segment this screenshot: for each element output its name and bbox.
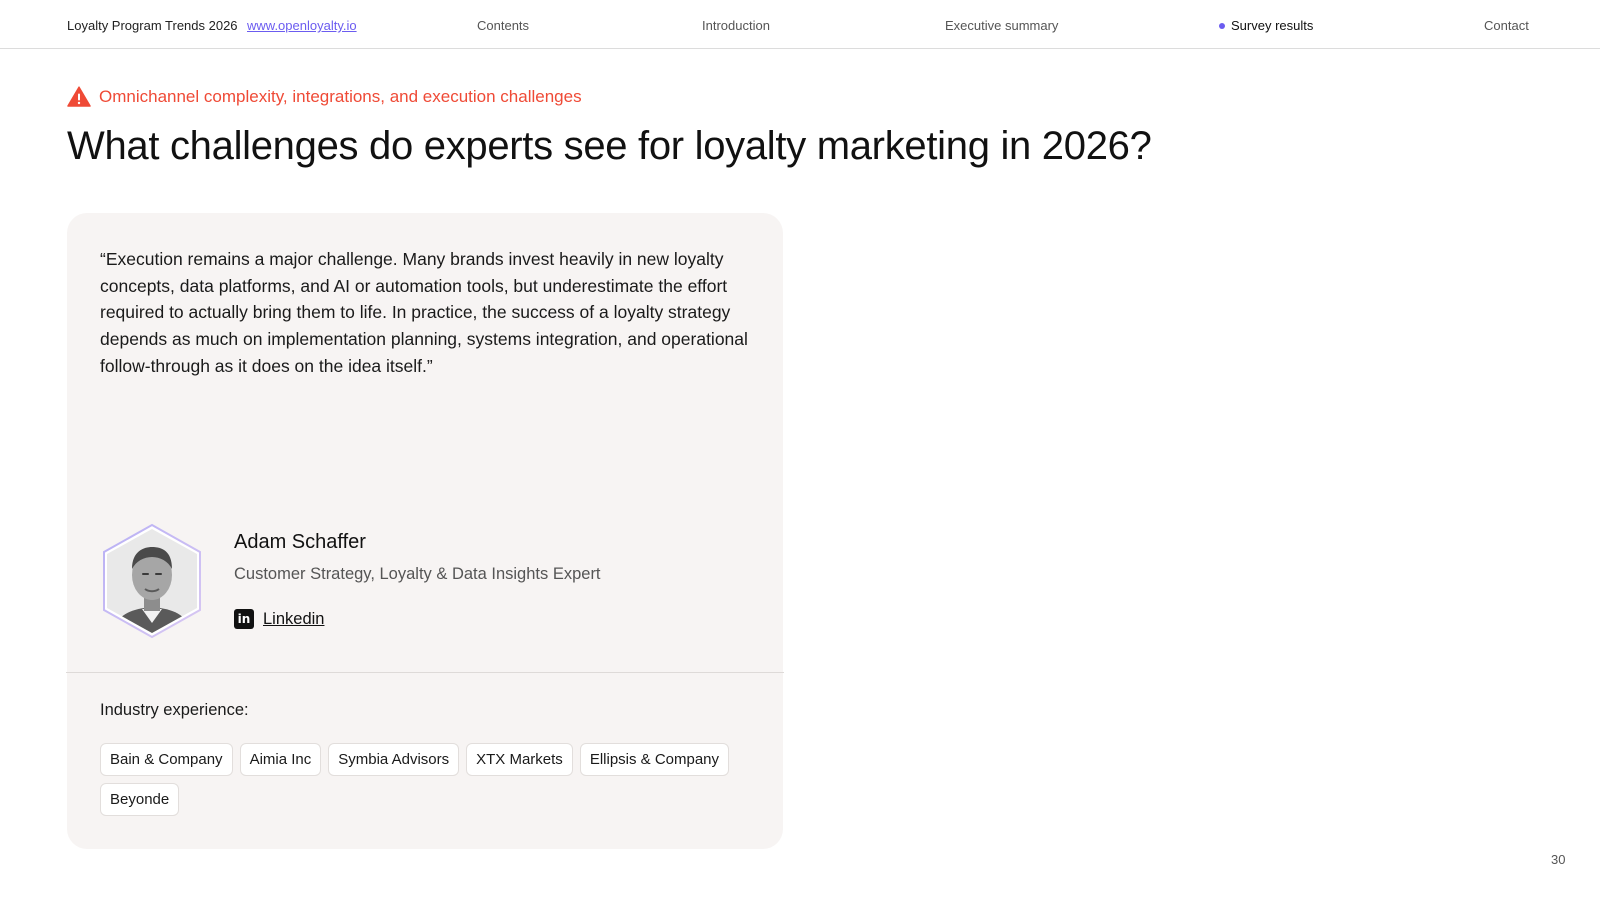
- expert-quote: “Execution remains a major challenge. Ma…: [100, 249, 748, 376]
- top-navigation: Loyalty Program Trends 2026 www.openloya…: [0, 0, 1600, 49]
- site-link[interactable]: www.openloyalty.io: [247, 18, 357, 33]
- report-title: Loyalty Program Trends 2026: [67, 18, 238, 33]
- linkedin-link[interactable]: in Linkedin: [234, 609, 324, 629]
- company-tag: Bain & Company: [100, 743, 233, 776]
- linkedin-icon: in: [234, 609, 254, 629]
- nav-contact[interactable]: Contact: [1484, 18, 1529, 33]
- avatar: [100, 523, 204, 639]
- card-divider: [66, 672, 784, 673]
- company-tag: Ellipsis & Company: [579, 743, 730, 776]
- linkedin-link-label: Linkedin: [263, 609, 325, 628]
- company-tag: Symbia Advisors: [328, 743, 460, 776]
- expert-role: Customer Strategy, Loyalty & Data Insigh…: [234, 565, 601, 583]
- expert-name: Adam Schaffer: [234, 531, 366, 553]
- section-label: Omnichannel complexity, integrations, an…: [67, 86, 582, 107]
- company-tags: Bain & Company Aimia Inc Symbia Advisors…: [100, 743, 750, 816]
- page-number: 30: [1551, 852, 1566, 867]
- nav-executive-summary[interactable]: Executive summary: [945, 18, 1058, 33]
- industry-experience-label: Industry experience:: [100, 701, 249, 719]
- nav-introduction[interactable]: Introduction: [702, 18, 770, 33]
- company-tag: XTX Markets: [466, 743, 573, 776]
- page-title: What challenges do experts see for loyal…: [67, 124, 1152, 168]
- company-tag: Beyonde: [100, 783, 180, 816]
- section-label-text: Omnichannel complexity, integrations, an…: [99, 86, 582, 106]
- expert-quote-card: “Execution remains a major challenge. Ma…: [66, 213, 784, 849]
- nav-contents[interactable]: Contents: [477, 18, 529, 33]
- warning-icon: [67, 86, 91, 107]
- company-tag: Aimia Inc: [239, 743, 322, 776]
- nav-survey-results[interactable]: Survey results: [1219, 18, 1313, 33]
